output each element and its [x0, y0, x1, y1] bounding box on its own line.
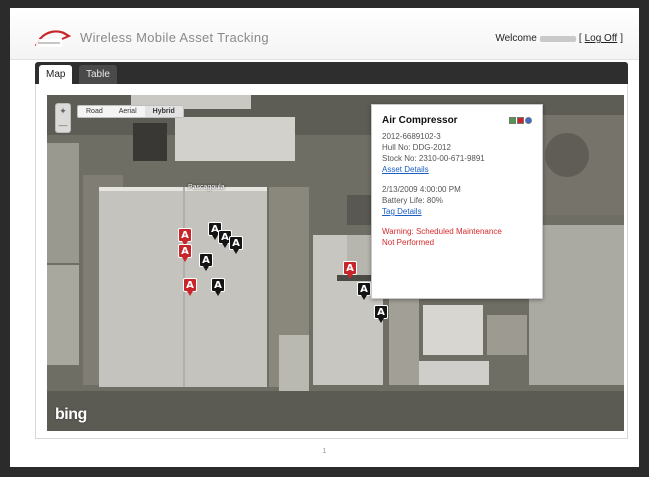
tag-details-link[interactable]: Tag Details [382, 207, 422, 216]
welcome-area: Welcome [ Log Off ] [495, 33, 623, 44]
brand-logo-icon [34, 30, 72, 47]
tab-table[interactable]: Table [79, 65, 117, 84]
asset-marker[interactable]: A [357, 282, 371, 300]
map-type-aerial[interactable]: Aerial [111, 106, 145, 117]
asset-marker-alert[interactable]: A [178, 244, 192, 262]
marker-letter: A [374, 305, 388, 319]
welcome-label: Welcome [495, 33, 537, 44]
marker-letter: A [211, 278, 225, 292]
status-flags-icon [509, 117, 532, 124]
asset-details-link[interactable]: Asset Details [382, 165, 429, 174]
stock-number: Stock No: 2310-00-671-9891 [382, 154, 485, 163]
asset-marker-alert[interactable]: A [183, 278, 197, 296]
map-type-selector: Road Aerial Hybrid [77, 105, 184, 118]
marker-letter: A [178, 228, 192, 242]
asset-marker[interactable]: A [229, 236, 243, 254]
asset-marker[interactable]: A [199, 253, 213, 271]
app-title: Wireless Mobile Asset Tracking [80, 30, 269, 45]
bracket-open: [ [578, 33, 582, 44]
asset-id: 2012-6689102-3 [382, 132, 441, 141]
map-type-hybrid[interactable]: Hybrid [144, 106, 183, 117]
tab-bar: Map Table [35, 62, 628, 84]
tab-map[interactable]: Map [39, 65, 73, 84]
marker-letter: A [199, 253, 213, 267]
battery-life: Battery Life: 80% [382, 196, 443, 205]
marker-letter: A [178, 244, 192, 258]
maintenance-warning-line1: Warning: Scheduled Maintenance [382, 227, 502, 236]
asset-marker[interactable]: A [211, 278, 225, 296]
map-type-road[interactable]: Road [78, 106, 111, 117]
last-seen-timestamp: 2/13/2009 4:00:00 PM [382, 185, 461, 194]
app-header: Wireless Mobile Asset Tracking Welcome [… [10, 8, 639, 60]
marker-letter: A [357, 282, 371, 296]
marker-letter: A [343, 261, 357, 275]
marker-letter: A [183, 278, 197, 292]
page-number: 1 [322, 448, 327, 455]
redacted-username [539, 35, 576, 42]
marker-letter: A [229, 236, 243, 250]
asset-marker[interactable]: A [374, 305, 388, 323]
asset-marker-alert[interactable]: A [343, 261, 357, 279]
logoff-link[interactable]: Log Off [585, 33, 618, 44]
hull-number: Hull No: DDG-2012 [382, 143, 451, 152]
bing-logo: bing [55, 406, 87, 423]
map-navigation-control[interactable]: ✦ — [55, 103, 71, 133]
asset-info-popup: Air Compressor 2012-6689102-3 Hull No: D… [371, 104, 543, 299]
bracket-close: ] [620, 33, 623, 44]
maintenance-warning-line2: Not Performed [382, 238, 435, 247]
place-label: Pascagoula [188, 184, 225, 191]
